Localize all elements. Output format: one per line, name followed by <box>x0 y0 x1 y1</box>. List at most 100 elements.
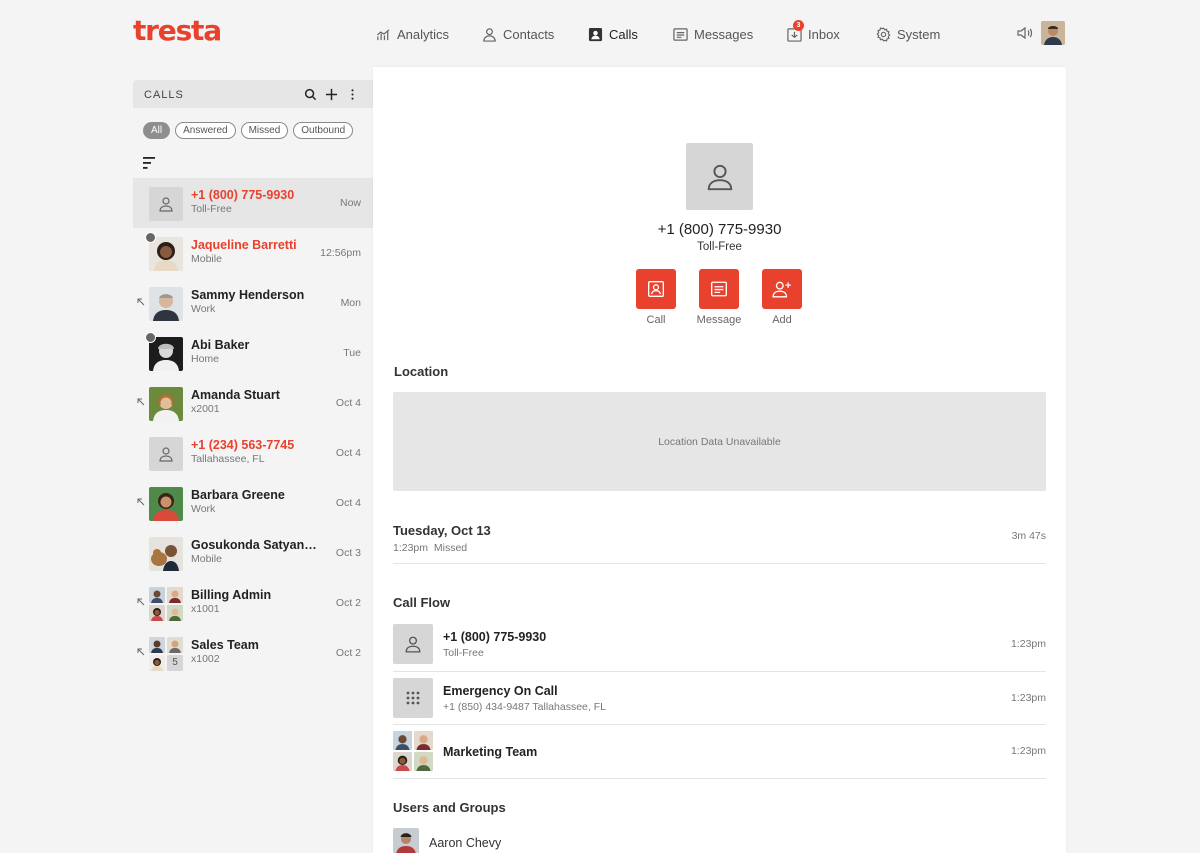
call-date: Tuesday, Oct 13 <box>393 523 491 538</box>
member-avatar <box>149 655 165 671</box>
filter-outbound[interactable]: Outbound <box>293 122 354 139</box>
group-avatar: 5 <box>149 637 183 671</box>
users-groups-title: Users and Groups <box>393 800 506 815</box>
call-name: Barbara Greene <box>191 488 285 502</box>
member-count: 5 <box>167 655 183 671</box>
messages-icon <box>673 27 688 41</box>
message-button[interactable] <box>699 269 739 309</box>
outbound-arrow-icon <box>137 298 145 306</box>
call-name: +1 (800) 775-9930 <box>191 188 295 202</box>
nav-contacts-label: Contacts <box>503 26 555 42</box>
user-list-item[interactable]: Aaron Chevy <box>393 828 1046 853</box>
call-name: Gosukonda Satyanav... <box>191 538 321 552</box>
call-duration: 3m 47s <box>1011 530 1046 542</box>
message-action[interactable]: Message <box>689 269 749 326</box>
call-status-value: Missed <box>433 542 468 554</box>
member-avatar <box>393 752 412 771</box>
caller-number: +1 (800) 775-9930 <box>657 221 782 238</box>
call-list-item[interactable]: +1 (234) 563-7745 Tallahassee, FL Oct 4 <box>133 428 373 478</box>
add-icon[interactable] <box>325 88 338 101</box>
call-sub: Home <box>191 353 220 365</box>
calls-panel: CALLS All Answered Missed Outbound +1 (8… <box>133 80 373 853</box>
nav-contacts[interactable]: Contacts <box>482 24 554 44</box>
outbound-arrow-icon <box>137 498 145 506</box>
caller-number-type: Toll-Free <box>697 241 742 253</box>
call-time: Oct 4 <box>335 497 361 509</box>
call-list-item[interactable]: Barbara Greene Work Oct 4 <box>133 478 373 528</box>
call-time: Oct 2 <box>335 647 361 659</box>
call-flow-title: Call Flow <box>393 595 451 610</box>
call-list-item[interactable]: +1 (800) 775-9930 Toll-Free Now <box>133 178 373 228</box>
filter-answered[interactable]: Answered <box>175 122 236 139</box>
filter-all[interactable]: All <box>143 122 171 139</box>
nav-analytics[interactable]: Analytics <box>376 24 449 44</box>
outbound-arrow-icon <box>137 598 145 606</box>
call-name: Abi Baker <box>191 338 250 352</box>
dialpad-icon <box>406 691 420 705</box>
status-badge-icon <box>145 332 156 343</box>
call-list-item[interactable]: Amanda Stuart x2001 Oct 4 <box>133 378 373 428</box>
call-button[interactable] <box>636 269 676 309</box>
divider <box>393 778 1046 779</box>
call-time: Oct 2 <box>335 597 361 609</box>
person-icon <box>707 164 732 190</box>
flow-placeholder-avatar <box>393 624 433 664</box>
nav-calls-label: Calls <box>609 26 638 42</box>
call-action[interactable]: Call <box>626 269 686 326</box>
call-sub: x2001 <box>191 403 220 415</box>
call-time: 12:56pm <box>320 247 361 259</box>
call-list-item[interactable]: Sammy Henderson Work Mon <box>133 278 373 328</box>
call-flow-step: Marketing Team 1:23pm <box>393 726 1046 779</box>
call-sub: x1001 <box>191 603 220 615</box>
contacts-icon <box>483 27 496 42</box>
nav-inbox[interactable]: 3 Inbox <box>787 19 840 44</box>
call-sub: Mobile <box>191 253 222 265</box>
top-navigation: tresta Analytics Contacts Calls Messages… <box>0 0 1200 68</box>
user-name: Aaron Chevy <box>429 836 502 850</box>
nav-system[interactable]: System <box>876 24 940 44</box>
search-icon[interactable] <box>304 88 317 101</box>
call-sub: Work <box>191 303 216 315</box>
sort-icon[interactable] <box>143 157 157 169</box>
call-list-item[interactable]: Jaqueline Barretti Mobile 12:56pm <box>133 228 373 278</box>
call-sub: Mobile <box>191 553 222 565</box>
call-list-item[interactable]: 5 Sales Team x1002 Oct 2 <box>133 628 373 678</box>
call-sub: Work <box>191 503 216 515</box>
calls-icon <box>588 27 603 41</box>
group-avatar <box>149 587 183 621</box>
call-list-item[interactable]: Billing Admin x1001 Oct 2 <box>133 578 373 628</box>
flow-step-name: +1 (800) 775-9930 <box>443 630 547 644</box>
outbound-arrow-icon <box>137 648 145 656</box>
call-time: Oct 4 <box>335 447 361 459</box>
call-time-status: 1:23pm Missed <box>393 542 467 554</box>
filter-missed[interactable]: Missed <box>240 122 289 139</box>
message-icon <box>711 281 727 297</box>
nav-calls[interactable]: Calls <box>588 24 638 44</box>
call-name: Sales Team <box>191 638 259 652</box>
add-contact-button[interactable] <box>762 269 802 309</box>
filter-chips: All Answered Missed Outbound <box>143 122 354 139</box>
message-label: Message <box>696 314 742 326</box>
nav-messages[interactable]: Messages <box>673 24 753 44</box>
member-avatar <box>149 605 165 621</box>
member-avatar <box>167 605 183 621</box>
contact-avatar <box>149 237 183 271</box>
contact-avatar <box>149 537 183 571</box>
profile-avatar[interactable] <box>1041 21 1065 45</box>
more-vertical-icon[interactable] <box>346 88 359 101</box>
flow-dialpad-avatar <box>393 678 433 718</box>
call-list-item[interactable]: Gosukonda Satyanav... Mobile Oct 3 <box>133 528 373 578</box>
tresta-logo[interactable]: tresta <box>133 14 222 47</box>
contact-avatar <box>149 337 183 371</box>
person-icon <box>405 636 421 653</box>
speaker-icon[interactable] <box>1017 26 1033 40</box>
call-time-value: 1:23pm <box>393 542 429 554</box>
contact-avatar <box>149 287 183 321</box>
call-time: Mon <box>340 297 361 309</box>
caller-avatar <box>686 143 753 210</box>
nav-inbox-label: Inbox <box>808 26 840 42</box>
call-list-item[interactable]: Abi Baker Home Tue <box>133 328 373 378</box>
inbox-badge: 3 <box>793 19 804 31</box>
member-avatar <box>149 587 165 603</box>
add-contact-action[interactable]: Add <box>752 269 812 326</box>
